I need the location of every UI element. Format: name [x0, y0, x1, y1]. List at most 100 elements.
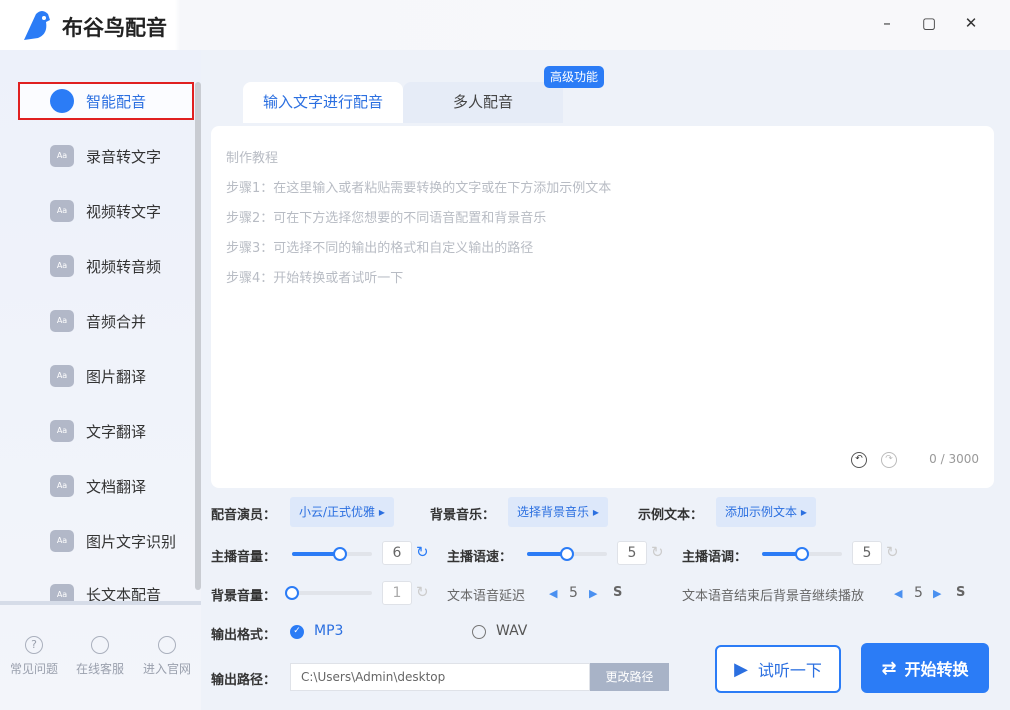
sidebar-item-label: 视频转文字: [86, 201, 161, 222]
sidebar-item-label: 视频转音频: [86, 256, 161, 277]
tab-multi-dubbing[interactable]: 多人配音: [403, 82, 563, 123]
voice-select[interactable]: 小云/正式优雅 ▸: [290, 497, 394, 527]
mic-bubble-icon: [50, 89, 74, 113]
sidebar-item-2[interactable]: Aa 视频转文字: [18, 192, 194, 230]
start-label: 开始转换: [905, 656, 969, 680]
sidebar-scrollbar[interactable]: [195, 82, 201, 590]
sidebar-item-label: 图片文字识别: [86, 531, 176, 552]
speed-slider[interactable]: [527, 552, 607, 556]
speed-label: 主播语速：: [447, 546, 512, 565]
merge-icon: Aa: [50, 310, 74, 332]
bg-volume-reset-icon[interactable]: ↻: [416, 583, 429, 601]
premium-badge: 高级功能: [544, 66, 604, 88]
continue-decrease-icon[interactable]: ◀: [894, 587, 902, 600]
tab-text-dubbing[interactable]: 输入文字进行配音: [243, 82, 403, 123]
editor-hint: 制作教程: [226, 147, 278, 166]
preview-button[interactable]: ▶试听一下: [715, 645, 841, 693]
pitch-value[interactable]: 5: [852, 541, 882, 565]
support-link[interactable]: 在线客服: [67, 636, 133, 677]
faq-label: 常见问题: [10, 662, 58, 676]
start-convert-button[interactable]: ⇄ 开始转换: [861, 643, 989, 693]
continue-increase-icon[interactable]: ▶: [933, 587, 941, 600]
sidebar-item-3[interactable]: Aa 视频转音频: [18, 247, 194, 285]
output-path-input[interactable]: C:\Users\Admin\desktop: [290, 663, 590, 691]
website-link[interactable]: 进入官网: [134, 636, 200, 677]
planet-icon: [158, 636, 176, 654]
play-icon: ▶: [734, 659, 748, 680]
speed-value[interactable]: 5: [617, 541, 647, 565]
sidebar-item-4[interactable]: Aa 音频合并: [18, 302, 194, 340]
sidebar-item-5[interactable]: Aa 图片翻译: [18, 357, 194, 395]
volume-value[interactable]: 6: [382, 541, 412, 565]
delay-label: 文本语音延迟: [447, 585, 525, 604]
sidebar-divider: [0, 601, 201, 605]
title-bar: 布谷鸟配音 – ▢ ✕: [0, 0, 1010, 50]
editor-hint: 步骤4：开始转换或者试听一下: [226, 267, 403, 286]
undo-icon[interactable]: ↶: [851, 452, 867, 468]
image-translate-icon: Aa: [50, 365, 74, 387]
continue-unit: S: [956, 585, 965, 600]
text-editor[interactable]: 制作教程 步骤1：在这里输入或者粘贴需要转换的文字或在下方添加示例文本 步骤2：…: [211, 126, 994, 488]
delay-decrease-icon[interactable]: ◀: [549, 587, 557, 600]
pitch-slider-knob[interactable]: [795, 547, 809, 561]
maximize-button[interactable]: ▢: [918, 14, 940, 36]
aa-icon: Aa: [50, 145, 74, 167]
faq-link[interactable]: ? 常见问题: [1, 636, 67, 677]
editor-hint: 步骤3：可选择不同的输出的格式和自定义输出的路径: [226, 237, 533, 256]
delay-increase-icon[interactable]: ▶: [589, 587, 597, 600]
close-button[interactable]: ✕: [960, 14, 982, 36]
volume-reset-icon[interactable]: ↻: [416, 543, 429, 561]
sidebar-item-7[interactable]: Aa文档翻译: [18, 467, 194, 505]
voice-label: 配音演员：: [211, 504, 276, 523]
voice-value: 小云/正式优雅: [299, 505, 375, 519]
sidebar-item-1[interactable]: Aa 录音转文字: [18, 137, 194, 175]
delay-value[interactable]: 5: [569, 585, 578, 601]
bg-volume-slider-knob[interactable]: [285, 586, 299, 600]
char-counter: 0 / 3000: [929, 452, 979, 466]
sample-select[interactable]: 添加示例文本 ▸: [716, 497, 816, 527]
sample-value: 添加示例文本: [725, 505, 797, 519]
path-label: 输出路径：: [211, 669, 276, 688]
sidebar-item-8[interactable]: Aa 图片文字识别: [18, 522, 194, 560]
change-path-button[interactable]: 更改路径: [590, 663, 669, 691]
minimize-button[interactable]: –: [876, 14, 898, 36]
volume-label: 主播音量：: [211, 546, 276, 565]
pitch-reset-icon[interactable]: ↻: [886, 543, 899, 561]
convert-icon: ⇄: [881, 658, 896, 679]
volume-slider-knob[interactable]: [333, 547, 347, 561]
editor-hint: 步骤1：在这里输入或者粘贴需要转换的文字或在下方添加示例文本: [226, 177, 611, 196]
continue-label: 文本语音结束后背景音继续播放: [682, 585, 864, 604]
sidebar-item-label: 录音转文字: [86, 146, 161, 167]
wav-label[interactable]: WAV: [496, 623, 527, 639]
delay-unit: S: [613, 585, 622, 600]
mp3-label[interactable]: MP3: [314, 623, 343, 639]
bgm-select[interactable]: 选择背景音乐 ▸: [508, 497, 608, 527]
sidebar-item-label: 音频合并: [86, 311, 146, 332]
pitch-slider[interactable]: [762, 552, 842, 556]
bg-volume-slider[interactable]: [292, 591, 372, 595]
editor-hint: 步骤2：可在下方选择您想要的不同语音配置和背景音乐: [226, 207, 546, 226]
sidebar-item-label: 图片翻译: [86, 366, 146, 387]
wav-radio[interactable]: [472, 625, 486, 639]
sidebar-item-6[interactable]: Aa文字翻译: [18, 412, 194, 450]
mp3-radio[interactable]: ✓: [290, 625, 304, 639]
bg-volume-value[interactable]: 1: [382, 581, 412, 605]
bgm-value: 选择背景音乐: [517, 505, 589, 519]
sample-label: 示例文本：: [638, 504, 703, 523]
video-aa-icon: Aa: [50, 200, 74, 222]
speed-reset-icon[interactable]: ↻: [651, 543, 664, 561]
sidebar-item-0[interactable]: 智能配音: [18, 82, 194, 120]
website-label: 进入官网: [143, 662, 191, 676]
ocr-icon: Aa: [50, 530, 74, 552]
headset-icon: [91, 636, 109, 654]
bg-volume-label: 背景音量：: [211, 585, 276, 604]
format-label: 输出格式：: [211, 624, 276, 643]
question-icon: ?: [25, 636, 43, 654]
sidebar-item-label: 文字翻译: [86, 421, 146, 442]
redo-icon[interactable]: ↷: [881, 452, 897, 468]
bgm-label: 背景音乐：: [430, 504, 495, 523]
speed-slider-knob[interactable]: [560, 547, 574, 561]
volume-slider[interactable]: [292, 552, 372, 556]
video-wave-icon: Aa: [50, 255, 74, 277]
continue-value[interactable]: 5: [914, 585, 923, 601]
